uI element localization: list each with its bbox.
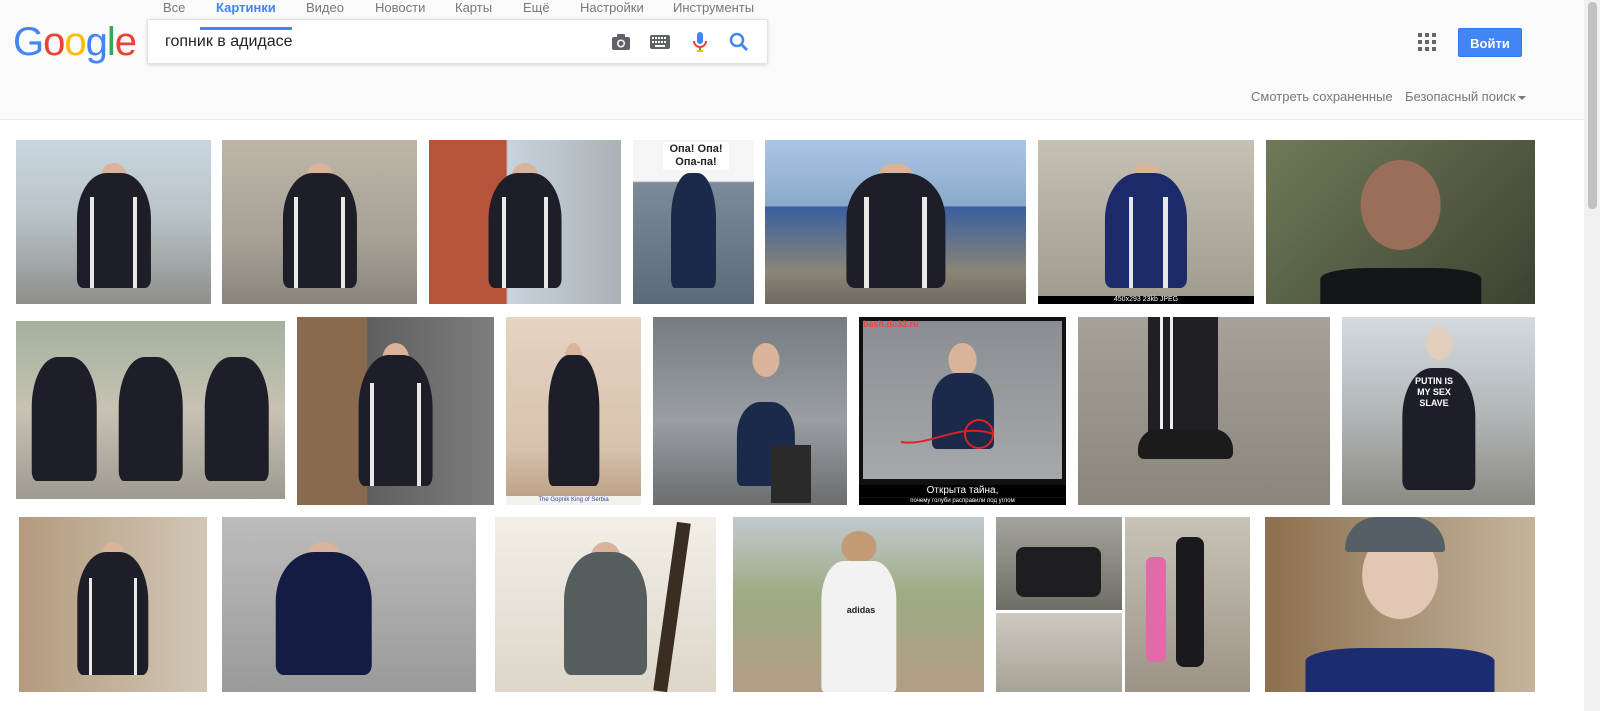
sign-in-button[interactable]: Войти [1458,28,1522,57]
search-input[interactable] [163,28,607,56]
image-result[interactable] [16,140,211,304]
tab-all[interactable]: Все [163,0,185,30]
image-subcaption: почему голуби расправили под углом [859,498,1066,505]
image-text: Опа! Опа! Опа-па! [663,142,729,170]
microphone-icon[interactable] [689,31,711,53]
image-result[interactable] [1078,317,1330,505]
image-result[interactable]: PUTIN IS MY SEX SLAVE [1342,317,1535,505]
tab-maps[interactable]: Карты [455,0,492,30]
image-result[interactable] [495,517,716,692]
adidas-text: adidas [846,605,876,615]
image-result[interactable] [19,517,207,692]
logo-letter: g [85,20,108,64]
camera-icon[interactable] [610,31,632,53]
image-result[interactable]: The Gopnik King of Serbia [506,317,641,505]
image-result[interactable] [222,517,476,692]
logo-letter: o [64,20,86,64]
image-result[interactable] [16,321,285,499]
tab-news[interactable]: Новости [375,0,425,30]
image-size-info: 450x293 23kb JPEG [1038,296,1254,304]
image-caption: The Gopnik King of Serbia [506,496,641,505]
image-result[interactable]: 450x293 23kb JPEG [1038,140,1254,304]
logo-letter: l [106,20,116,64]
search-icon[interactable] [728,31,750,53]
tab-video[interactable]: Видео [306,0,344,30]
image-result[interactable] [996,517,1250,692]
chevron-down-icon [1518,95,1527,100]
header: Google Войти Все Картинки Видео Новости … [0,0,1584,120]
image-result[interactable] [222,140,417,304]
logo-letter: e [114,20,137,64]
watermark-text: bash.dc33.ru [863,319,919,329]
logo-letter: o [43,20,65,64]
tab-more[interactable]: Ещё [523,0,550,30]
tab-settings[interactable]: Настройки [580,0,644,30]
apps-grid-icon[interactable] [1418,33,1436,51]
saved-images-link[interactable]: Смотреть сохраненные [1251,89,1393,104]
image-result[interactable]: bash.dc33.ru Открыта тайна, почему голуб… [859,317,1066,505]
image-result[interactable] [1266,140,1535,304]
image-result[interactable] [653,317,847,505]
image-result[interactable] [765,140,1026,304]
image-result[interactable] [429,140,621,304]
logo-letter: G [13,20,44,64]
tab-images[interactable]: Картинки [200,0,292,30]
tab-tools[interactable]: Инструменты [673,0,754,30]
image-result[interactable]: adidas [733,517,984,692]
image-result[interactable] [1265,517,1535,692]
safe-search-label: Безопасный поиск [1405,89,1516,104]
google-logo[interactable]: Google [13,20,137,64]
scrollbar-thumb[interactable] [1588,2,1597,209]
image-result[interactable] [297,317,494,505]
image-result[interactable]: Опа! Опа! Опа-па! [633,140,754,304]
safe-search-dropdown[interactable]: Безопасный поиск [1405,89,1527,104]
tshirt-text: PUTIN IS MY SEX SLAVE [1414,376,1453,408]
keyboard-icon[interactable] [649,31,671,53]
image-caption: Открыта тайна, [859,485,1066,497]
